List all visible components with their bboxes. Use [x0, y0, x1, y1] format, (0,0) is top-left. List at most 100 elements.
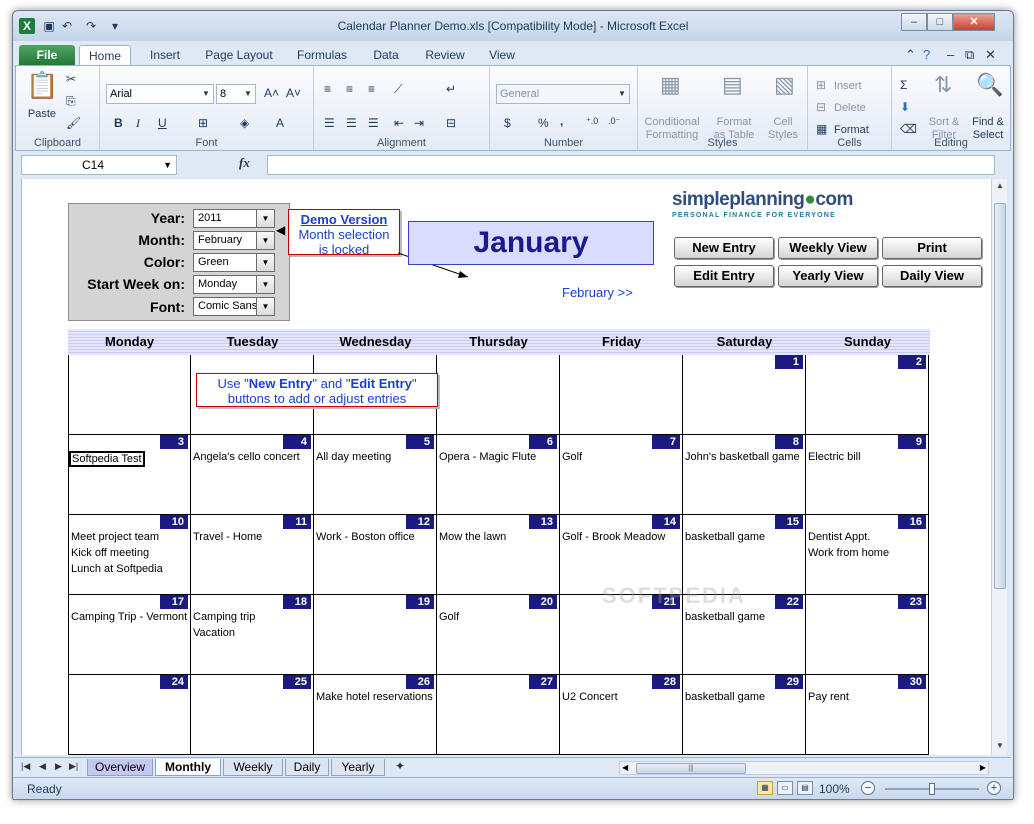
calendar-entry[interactable]: Kick off meeting	[71, 547, 149, 559]
calendar-entry[interactable]: Opera - Magic Flute	[439, 451, 536, 463]
scroll-down-icon[interactable]: ▼	[993, 739, 1007, 753]
calendar-entry[interactable]: Pay rent	[808, 691, 849, 703]
borders-icon[interactable]: ⊞	[198, 116, 208, 130]
minimize-button[interactable]: –	[901, 13, 927, 31]
yearly-view-button[interactable]: Yearly View	[778, 265, 878, 287]
calendar-entry[interactable]: Dentist Appt.	[808, 531, 870, 543]
sheet-tab-overview[interactable]: Overview	[87, 759, 153, 776]
name-box[interactable]: C14 ▼	[21, 155, 177, 175]
calendar-day-cell[interactable]: 19	[314, 595, 437, 675]
currency-button[interactable]: $	[504, 116, 511, 130]
calendar-entry[interactable]: Make hotel reservations	[316, 691, 433, 703]
percent-button[interactable]: %	[538, 116, 549, 130]
calendar-entry[interactable]: Mow the lawn	[439, 531, 506, 543]
font-name-combo[interactable]: Arial ▼	[106, 84, 214, 104]
calendar-entry[interactable]: Golf	[439, 611, 459, 623]
minimize-ribbon-icon[interactable]: ⌃	[905, 47, 916, 63]
decrease-indent-icon[interactable]: ⇤	[394, 116, 404, 130]
chevron-down-icon[interactable]: ▼	[256, 275, 275, 294]
bold-button[interactable]: B	[114, 116, 123, 130]
calendar-entry[interactable]: Electric bill	[808, 451, 861, 463]
calendar-day-cell[interactable]	[560, 355, 683, 435]
calendar-entry[interactable]: Softpedia Test	[69, 451, 145, 467]
align-center-icon[interactable]: ☰	[346, 116, 357, 130]
calendar-entry[interactable]: Golf	[562, 451, 582, 463]
doc-minimize-icon[interactable]: –	[947, 47, 954, 62]
vertical-scroll-thumb[interactable]	[994, 203, 1006, 589]
delete-cells-button[interactable]: Delete	[834, 102, 866, 115]
paste-button[interactable]: Paste	[22, 108, 62, 121]
vertical-scrollbar[interactable]: ▲ ▼	[991, 179, 1007, 755]
conditional-formatting-icon[interactable]: ▦	[660, 72, 681, 98]
sheet-tab-daily[interactable]: Daily	[285, 759, 329, 776]
prev-sheet-icon[interactable]: ◀	[39, 761, 46, 772]
tab-data[interactable]: Data	[363, 45, 409, 65]
grow-font-icon[interactable]: A˄	[264, 86, 279, 100]
calendar-day-cell[interactable]: 5 All day meeting	[314, 435, 437, 515]
weekly-view-button[interactable]: Weekly View	[778, 237, 878, 259]
calendar-day-cell[interactable]: 13 Mow the lawn	[437, 515, 560, 595]
new-entry-button[interactable]: New Entry	[674, 237, 774, 259]
align-left-icon[interactable]: ☰	[324, 116, 335, 130]
zoom-slider-thumb[interactable]	[929, 783, 935, 795]
calendar-day-cell[interactable]: 11 Travel - Home	[191, 515, 314, 595]
chevron-down-icon[interactable]: ▼	[200, 86, 212, 102]
insert-cells-button[interactable]: Insert	[834, 80, 862, 93]
calendar-entry[interactable]: basketball game	[685, 531, 765, 543]
align-top-icon[interactable]: ≡	[324, 82, 331, 96]
calendar-entry[interactable]: U2 Concert	[562, 691, 618, 703]
color-dropdown[interactable]: Green ▼	[193, 253, 275, 272]
align-bottom-icon[interactable]: ≡	[368, 82, 375, 96]
scroll-right-icon[interactable]: ▶	[980, 762, 986, 774]
chevron-down-icon[interactable]: ▼	[616, 86, 628, 102]
simpleplanning-logo[interactable]: simpleplanning●com	[672, 189, 853, 211]
calendar-day-cell[interactable]: 26 Make hotel reservations	[314, 675, 437, 755]
zoom-level[interactable]: 100%	[819, 782, 850, 796]
scroll-left-icon[interactable]: ◀	[622, 762, 628, 774]
chevron-down-icon[interactable]: ▼	[256, 209, 275, 228]
tab-file[interactable]: File	[19, 45, 75, 65]
font-dropdown[interactable]: Comic Sans ▼	[193, 297, 275, 316]
shrink-font-icon[interactable]: A˅	[286, 86, 301, 100]
tab-page-layout[interactable]: Page Layout	[197, 45, 281, 65]
calendar-day-cell[interactable]: 24	[68, 675, 191, 755]
chevron-down-icon[interactable]: ▼	[242, 86, 254, 102]
calendar-day-cell[interactable]: 1	[683, 355, 806, 435]
calendar-entry[interactable]: Lunch at Softpedia	[71, 563, 163, 575]
align-right-icon[interactable]: ☰	[368, 116, 379, 130]
number-format-combo[interactable]: General ▼	[496, 84, 630, 104]
fill-icon[interactable]: ⬇	[900, 100, 910, 114]
paste-icon[interactable]: 📋	[26, 70, 58, 101]
zoom-slider[interactable]	[885, 783, 979, 795]
calendar-day-cell[interactable]: 2	[806, 355, 929, 435]
format-cells-button[interactable]: Format	[834, 124, 869, 137]
calendar-day-cell[interactable]: 28 U2 Concert	[560, 675, 683, 755]
calendar-day-cell[interactable]: 10 Meet project team Kick off meeting Lunch…	[68, 515, 191, 595]
calendar-day-cell[interactable]: 6 Opera - Magic Flute	[437, 435, 560, 515]
merge-center-icon[interactable]: ⊟	[446, 116, 456, 130]
worksheet[interactable]: Year: 2011 ▼ Month: February ▼ Color: Gree…	[21, 179, 991, 755]
scroll-up-icon[interactable]: ▲	[993, 179, 1007, 193]
chevron-down-icon[interactable]: ▼	[163, 156, 172, 174]
chevron-down-icon[interactable]: ▼	[256, 253, 275, 272]
increase-decimal-icon[interactable]: ⁺.0	[586, 116, 598, 127]
calendar-day-cell[interactable]: 8 John's basketball game	[683, 435, 806, 515]
find-select-icon[interactable]: 🔍	[976, 72, 1003, 98]
calendar-day-cell[interactable]: 27	[437, 675, 560, 755]
tab-insert[interactable]: Insert	[137, 45, 193, 65]
page-layout-view-icon[interactable]: ▭	[777, 781, 793, 795]
calendar-day-cell[interactable]: 16 Dentist Appt. Work from home	[806, 515, 929, 595]
normal-view-icon[interactable]: ▦	[757, 781, 773, 795]
sort-filter-icon[interactable]: ⇅	[934, 72, 952, 98]
calendar-day-cell[interactable]	[68, 355, 191, 435]
calendar-day-cell[interactable]: 20 Golf	[437, 595, 560, 675]
page-break-view-icon[interactable]: ▤	[797, 781, 813, 795]
calendar-day-cell[interactable]: 30 Pay rent	[806, 675, 929, 755]
last-sheet-icon[interactable]: ▶|	[69, 761, 78, 772]
calendar-entry[interactable]: basketball game	[685, 691, 765, 703]
tab-formulas[interactable]: Formulas	[287, 45, 357, 65]
horizontal-scroll-thumb[interactable]: |||	[636, 763, 746, 774]
delete-cells-icon[interactable]: ⊟	[816, 100, 826, 114]
zoom-in-icon[interactable]: +	[987, 781, 1001, 795]
tab-home[interactable]: Home	[79, 45, 131, 65]
